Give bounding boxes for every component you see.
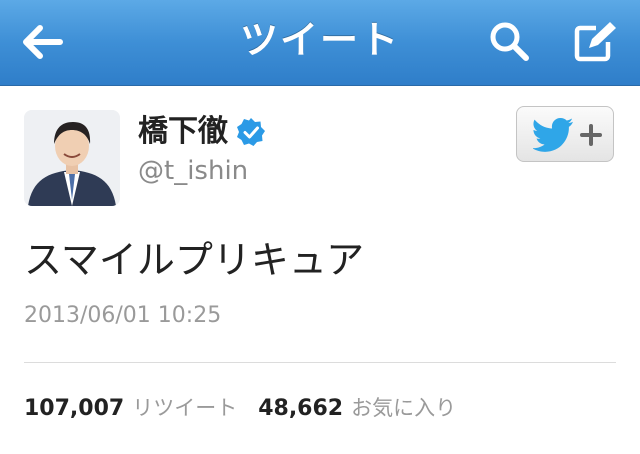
plus-icon [580, 124, 602, 146]
favorite-count: 48,662 [258, 396, 344, 421]
tweet-stats: 107,007 リツイート 48,662 お気に入り [24, 390, 470, 426]
back-arrow-icon [23, 25, 63, 59]
follow-button[interactable] [516, 106, 614, 162]
retweet-label: リツイート [132, 396, 238, 420]
retweet-count: 107,007 [24, 396, 125, 421]
tweet-timestamp: 2013/06/01 10:25 [24, 303, 222, 328]
back-button[interactable] [0, 0, 84, 84]
search-icon [490, 22, 529, 61]
page-title: ツイート [239, 18, 400, 62]
compose-icon [574, 22, 616, 62]
navigation-bar: ツイート [0, 0, 640, 86]
search-button[interactable] [468, 0, 552, 84]
user-display-name[interactable]: 橋下徹 [138, 112, 266, 152]
retweet-stat[interactable]: 107,007 リツイート [24, 396, 258, 421]
compose-button[interactable] [556, 0, 640, 84]
tweet-text: スマイルプリキュア [24, 238, 365, 282]
user-handle[interactable]: @t_ishin [138, 154, 248, 188]
divider [24, 362, 616, 363]
display-name-text: 橋下徹 [138, 114, 228, 149]
verified-badge-icon [237, 118, 265, 146]
avatar[interactable] [24, 110, 120, 206]
favorite-stat[interactable]: 48,662 お気に入り [258, 396, 470, 421]
favorite-label: お気に入り [351, 396, 457, 420]
twitter-bird-icon [533, 118, 573, 152]
